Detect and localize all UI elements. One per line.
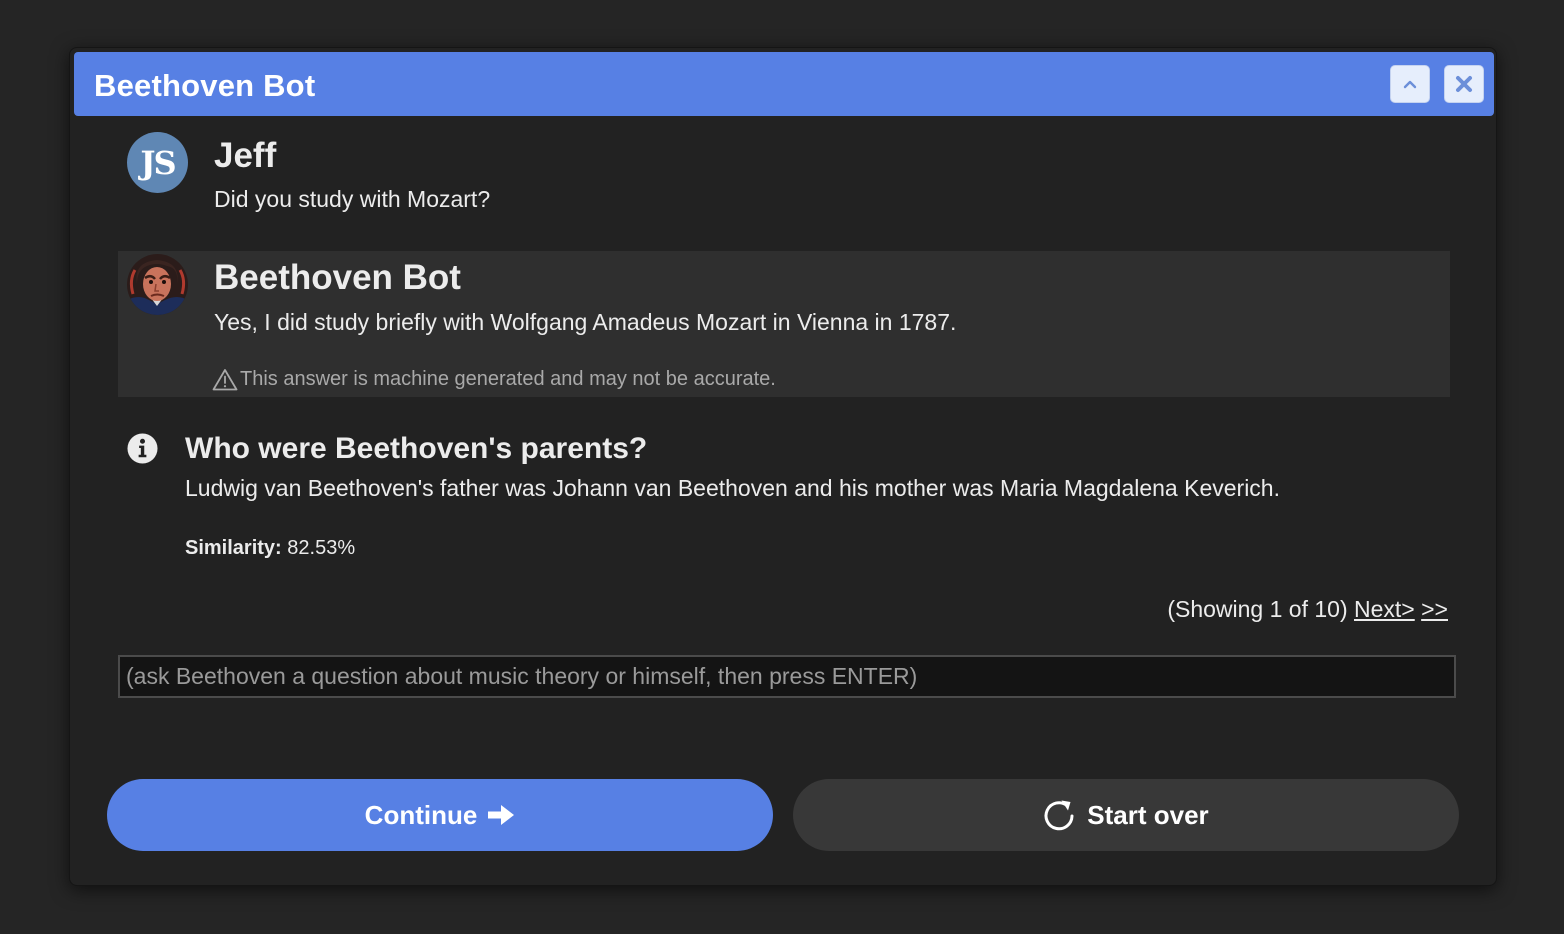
info-icon bbox=[127, 433, 158, 464]
warning-icon bbox=[212, 369, 238, 391]
start-over-label: Start over bbox=[1087, 799, 1209, 830]
machine-generated-disclaimer: This answer is machine generated and may… bbox=[212, 368, 776, 391]
next-link[interactable]: Next> bbox=[1354, 596, 1415, 622]
related-question: Who were Beethoven's parents? bbox=[185, 432, 648, 465]
question-input[interactable] bbox=[118, 655, 1456, 698]
beethoven-portrait-icon bbox=[127, 254, 188, 315]
message-sender: Jeff bbox=[214, 136, 277, 175]
avatar-initials: JS bbox=[140, 143, 176, 182]
related-answer-card: Who were Beethoven's parents? Ludwig van… bbox=[118, 426, 1450, 566]
disclaimer-text: This answer is machine generated and may… bbox=[240, 368, 776, 390]
close-button[interactable] bbox=[1444, 65, 1484, 103]
continue-label: Continue bbox=[364, 799, 478, 830]
bot-message: Beethoven Bot Yes, I did study briefly w… bbox=[118, 251, 1450, 397]
related-answer: Ludwig van Beethoven's father was Johann… bbox=[185, 475, 1280, 501]
refresh-icon bbox=[1044, 800, 1074, 831]
chevron-up-icon bbox=[1403, 80, 1417, 89]
user-message: JS Jeff Did you study with Mozart? bbox=[118, 130, 1450, 230]
continue-button[interactable]: Continue bbox=[107, 779, 773, 851]
start-over-button[interactable]: Start over bbox=[793, 779, 1459, 851]
similarity-label: Similarity: bbox=[185, 537, 282, 559]
message-text: Yes, I did study briefly with Wolfgang A… bbox=[214, 309, 957, 335]
pagination-status: (Showing 1 of 10) bbox=[1167, 596, 1348, 622]
user-avatar: JS bbox=[127, 132, 188, 193]
collapse-button[interactable] bbox=[1390, 65, 1430, 103]
pagination: (Showing 1 of 10) Next> >> bbox=[1167, 596, 1448, 623]
message-text: Did you study with Mozart? bbox=[214, 186, 491, 212]
arrow-right-icon bbox=[488, 805, 515, 825]
last-page-link[interactable]: >> bbox=[1421, 596, 1448, 622]
chat-window: Beethoven Bot JS Jeff Did you study with… bbox=[69, 47, 1497, 886]
title-bar: Beethoven Bot bbox=[74, 52, 1494, 116]
window-title: Beethoven Bot bbox=[94, 68, 316, 103]
bot-avatar bbox=[127, 254, 188, 315]
close-icon bbox=[1456, 76, 1472, 92]
message-sender: Beethoven Bot bbox=[214, 258, 461, 297]
similarity-score: Similarity: 82.53% bbox=[185, 537, 355, 560]
similarity-value: 82.53% bbox=[287, 537, 356, 559]
